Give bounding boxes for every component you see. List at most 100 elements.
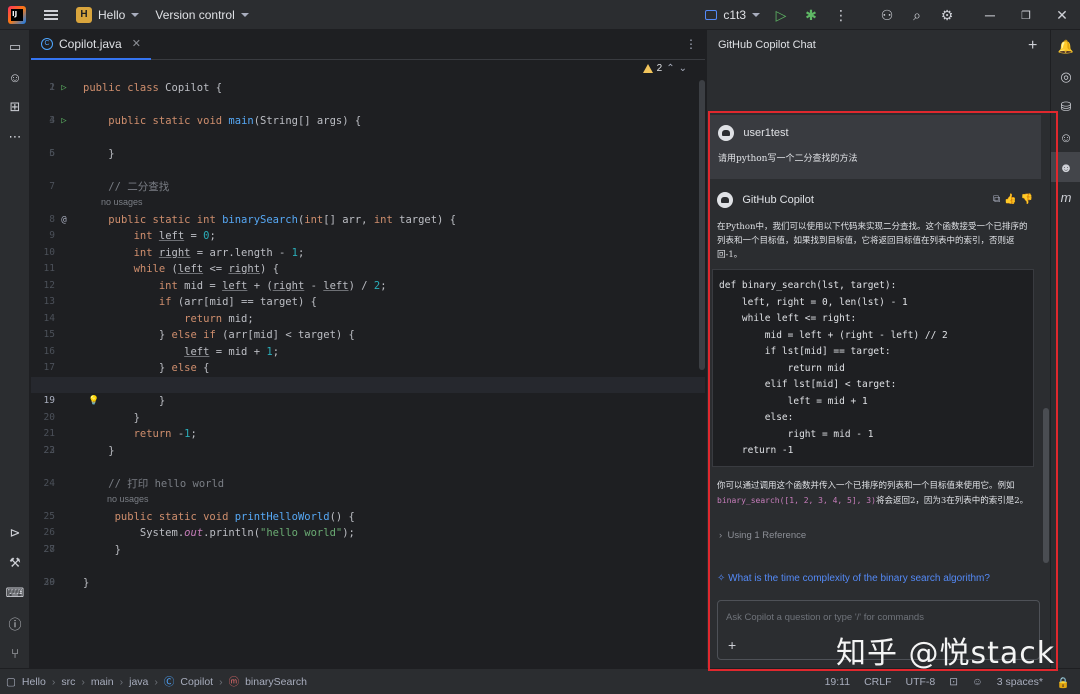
copy-icon[interactable]: ⧉ — [993, 194, 1000, 205]
editor-tabs: C Copilot.java ✕ ⋮ — [31, 30, 705, 60]
caret-position[interactable]: 19:11 — [825, 676, 851, 688]
run-icon[interactable]: ▷ — [766, 0, 796, 30]
user-message-text: 请用python写一个二分查找的方法 — [718, 154, 858, 164]
chat-scrollbar[interactable] — [1043, 408, 1049, 563]
thumbs-down-icon[interactable]: 👎 — [1021, 194, 1033, 205]
run-config-selector[interactable]: c1t3 — [705, 8, 760, 22]
usage-hint: no usages — [107, 493, 149, 504]
copilot-icon[interactable]: ☺ — [1051, 122, 1080, 152]
line-separator[interactable]: CRLF — [864, 676, 891, 688]
code-block[interactable]: def binary_search(lst, target): left, ri… — [712, 269, 1034, 467]
suggestion-text: What is the time complexity of the binar… — [728, 573, 990, 584]
more-tools-icon[interactable]: ⋯ — [0, 122, 30, 152]
close-icon[interactable]: ✕ — [1044, 0, 1080, 30]
close-tab-icon[interactable]: ✕ — [132, 37, 141, 50]
project-selector[interactable]: H Hello — [76, 6, 140, 23]
chat-title: GitHub Copilot Chat — [718, 39, 816, 51]
usage-hint: no usages — [101, 196, 143, 207]
code-line: 13 if (arr[mid] == target) { — [43, 296, 317, 308]
code-line: 5 } — [49, 147, 115, 160]
run-config-label: c1t3 — [723, 8, 746, 22]
project-name: Hello — [98, 7, 126, 22]
gear-icon[interactable]: ⚙ — [932, 0, 962, 30]
chevron-down-icon — [240, 12, 249, 17]
breadcrumb-item[interactable]: Copilot — [180, 676, 213, 688]
code-area[interactable]: 1 ▷ public class Copilot { 2 3 ▷ public sta… — [31, 61, 705, 668]
code-line: 10 int right = arr.length - 1; — [43, 246, 305, 259]
code-line: 16 left = mid + 1; — [43, 345, 280, 358]
breadcrumb-item[interactable]: binarySearch — [245, 676, 307, 688]
code-line: 26 System.out.println("hello world"); — [43, 527, 355, 539]
copilot-chat-icon[interactable]: ☻ — [1051, 152, 1080, 182]
reference-label: Using 1 Reference — [727, 530, 807, 541]
search-icon[interactable]: ⌕ — [902, 0, 932, 30]
maven-icon[interactable]: m — [1051, 182, 1080, 212]
breadcrumb-item[interactable]: java — [129, 676, 148, 688]
ide-logo-icon: IJ — [8, 5, 26, 24]
database-icon[interactable]: ⛁ — [1051, 92, 1080, 122]
new-chat-plus-icon[interactable]: + — [1028, 37, 1037, 55]
folder-icon[interactable]: ▭ — [0, 32, 30, 62]
chat-input[interactable] — [726, 607, 1026, 627]
copilot-status-icon[interactable]: ☺ — [972, 676, 983, 688]
sparkle-icon: ✧ — [717, 573, 726, 584]
readonly-icon[interactable]: ⊡ — [949, 676, 958, 688]
breadcrumb: ▢ Hello › src › main › java › Ⓒ Copilot › ⓜ b… — [6, 675, 307, 689]
chevron-right-icon: › — [719, 530, 723, 541]
lock-icon[interactable]: 🔒 — [1057, 676, 1070, 689]
problems-icon[interactable]: ⓘ — [0, 608, 30, 638]
build-icon[interactable]: ⚒ — [0, 548, 30, 578]
code-line: 22 } — [43, 444, 115, 457]
code-line: 18 right = mid - 1; — [31, 360, 705, 391]
file-encoding[interactable]: UTF-8 — [906, 676, 936, 688]
bot-intro-text: 在Python中，我们可以使用以下代码来实现二分查找。这个函数接受一个已排序的列… — [717, 222, 1028, 260]
terminal-icon[interactable]: ⌨ — [0, 578, 30, 608]
code-line: 21 return -1; — [43, 428, 197, 440]
code-line: 9 int left = 0; — [49, 230, 216, 242]
tab-label: Copilot.java — [59, 36, 122, 51]
notifications-icon[interactable]: 🔔 — [1051, 32, 1080, 62]
restore-icon[interactable]: ❐ — [1008, 0, 1044, 30]
services-icon[interactable]: ⊳ — [0, 518, 30, 548]
code-line: 29} — [43, 576, 90, 589]
main-menu-icon[interactable] — [44, 9, 58, 20]
minimize-icon[interactable]: ─ — [972, 0, 1008, 30]
project-badge: H — [76, 6, 92, 23]
code-line: 8 @ public static int binarySearch(int[] … — [31, 195, 705, 226]
breadcrumb-item[interactable]: src — [61, 676, 75, 688]
square-icon: ▢ — [6, 675, 16, 688]
tab-copilot-java[interactable]: C Copilot.java ✕ — [31, 30, 151, 60]
code-line: 15 } else if (arr[mid] < target) { — [43, 329, 355, 341]
breadcrumb-item[interactable]: main — [91, 676, 114, 688]
reference-toggle[interactable]: › Using 1 Reference — [719, 530, 806, 541]
code-line: 4 — [49, 114, 55, 126]
right-tool-strip: 🔔 ◎ ⛁ ☺ ☻ m — [1050, 30, 1080, 668]
class-icon: Ⓒ — [163, 676, 175, 688]
copilot-icon[interactable]: ☺ — [0, 62, 30, 92]
debug-icon[interactable]: ✱ — [796, 0, 826, 30]
add-user-icon[interactable]: ⚇ — [872, 0, 902, 30]
attach-plus-icon[interactable]: + — [728, 637, 736, 653]
chevron-down-icon — [131, 12, 140, 17]
code-line: 27 } — [43, 543, 121, 556]
indent-setting[interactable]: 3 spaces* — [997, 676, 1043, 688]
code-line: 20 } — [43, 411, 140, 424]
code-line: 12 int mid = left + (right - left) / 2; — [43, 279, 387, 292]
structure-icon[interactable]: ⊞ — [0, 92, 30, 122]
breadcrumb-item[interactable]: Hello — [22, 676, 46, 688]
ai-assistant-icon[interactable]: ◎ — [1051, 62, 1080, 92]
current-code-line: 19 💡 } — [31, 376, 705, 407]
bot-name: GitHub Copilot — [742, 194, 814, 206]
tabs-more-icon[interactable]: ⋮ — [685, 37, 697, 51]
code-line: 25 public static void printHelloWorld() … — [43, 510, 355, 523]
git-icon[interactable]: ⑂ — [0, 638, 30, 668]
more-icon[interactable]: ⋮ — [826, 0, 856, 30]
thumbs-up-icon[interactable]: 👍 — [1004, 194, 1016, 205]
code-line: 28 — [43, 543, 55, 555]
watermark: 知乎 @悦stack — [836, 636, 1056, 671]
suggested-question[interactable]: ✧ What is the time complexity of the bin… — [717, 573, 990, 584]
code-line: 14 return mid; — [43, 312, 254, 325]
bot-outro-text: 你可以通过调用这个函数并传入一个已排序的列表和一个目标值来使用它。例如 binar… — [717, 480, 1035, 508]
version-control-menu[interactable]: Version control — [155, 8, 249, 22]
bot-outro-part2: 将会返回2，因为3在列表中的索引是2。 — [875, 495, 1029, 506]
